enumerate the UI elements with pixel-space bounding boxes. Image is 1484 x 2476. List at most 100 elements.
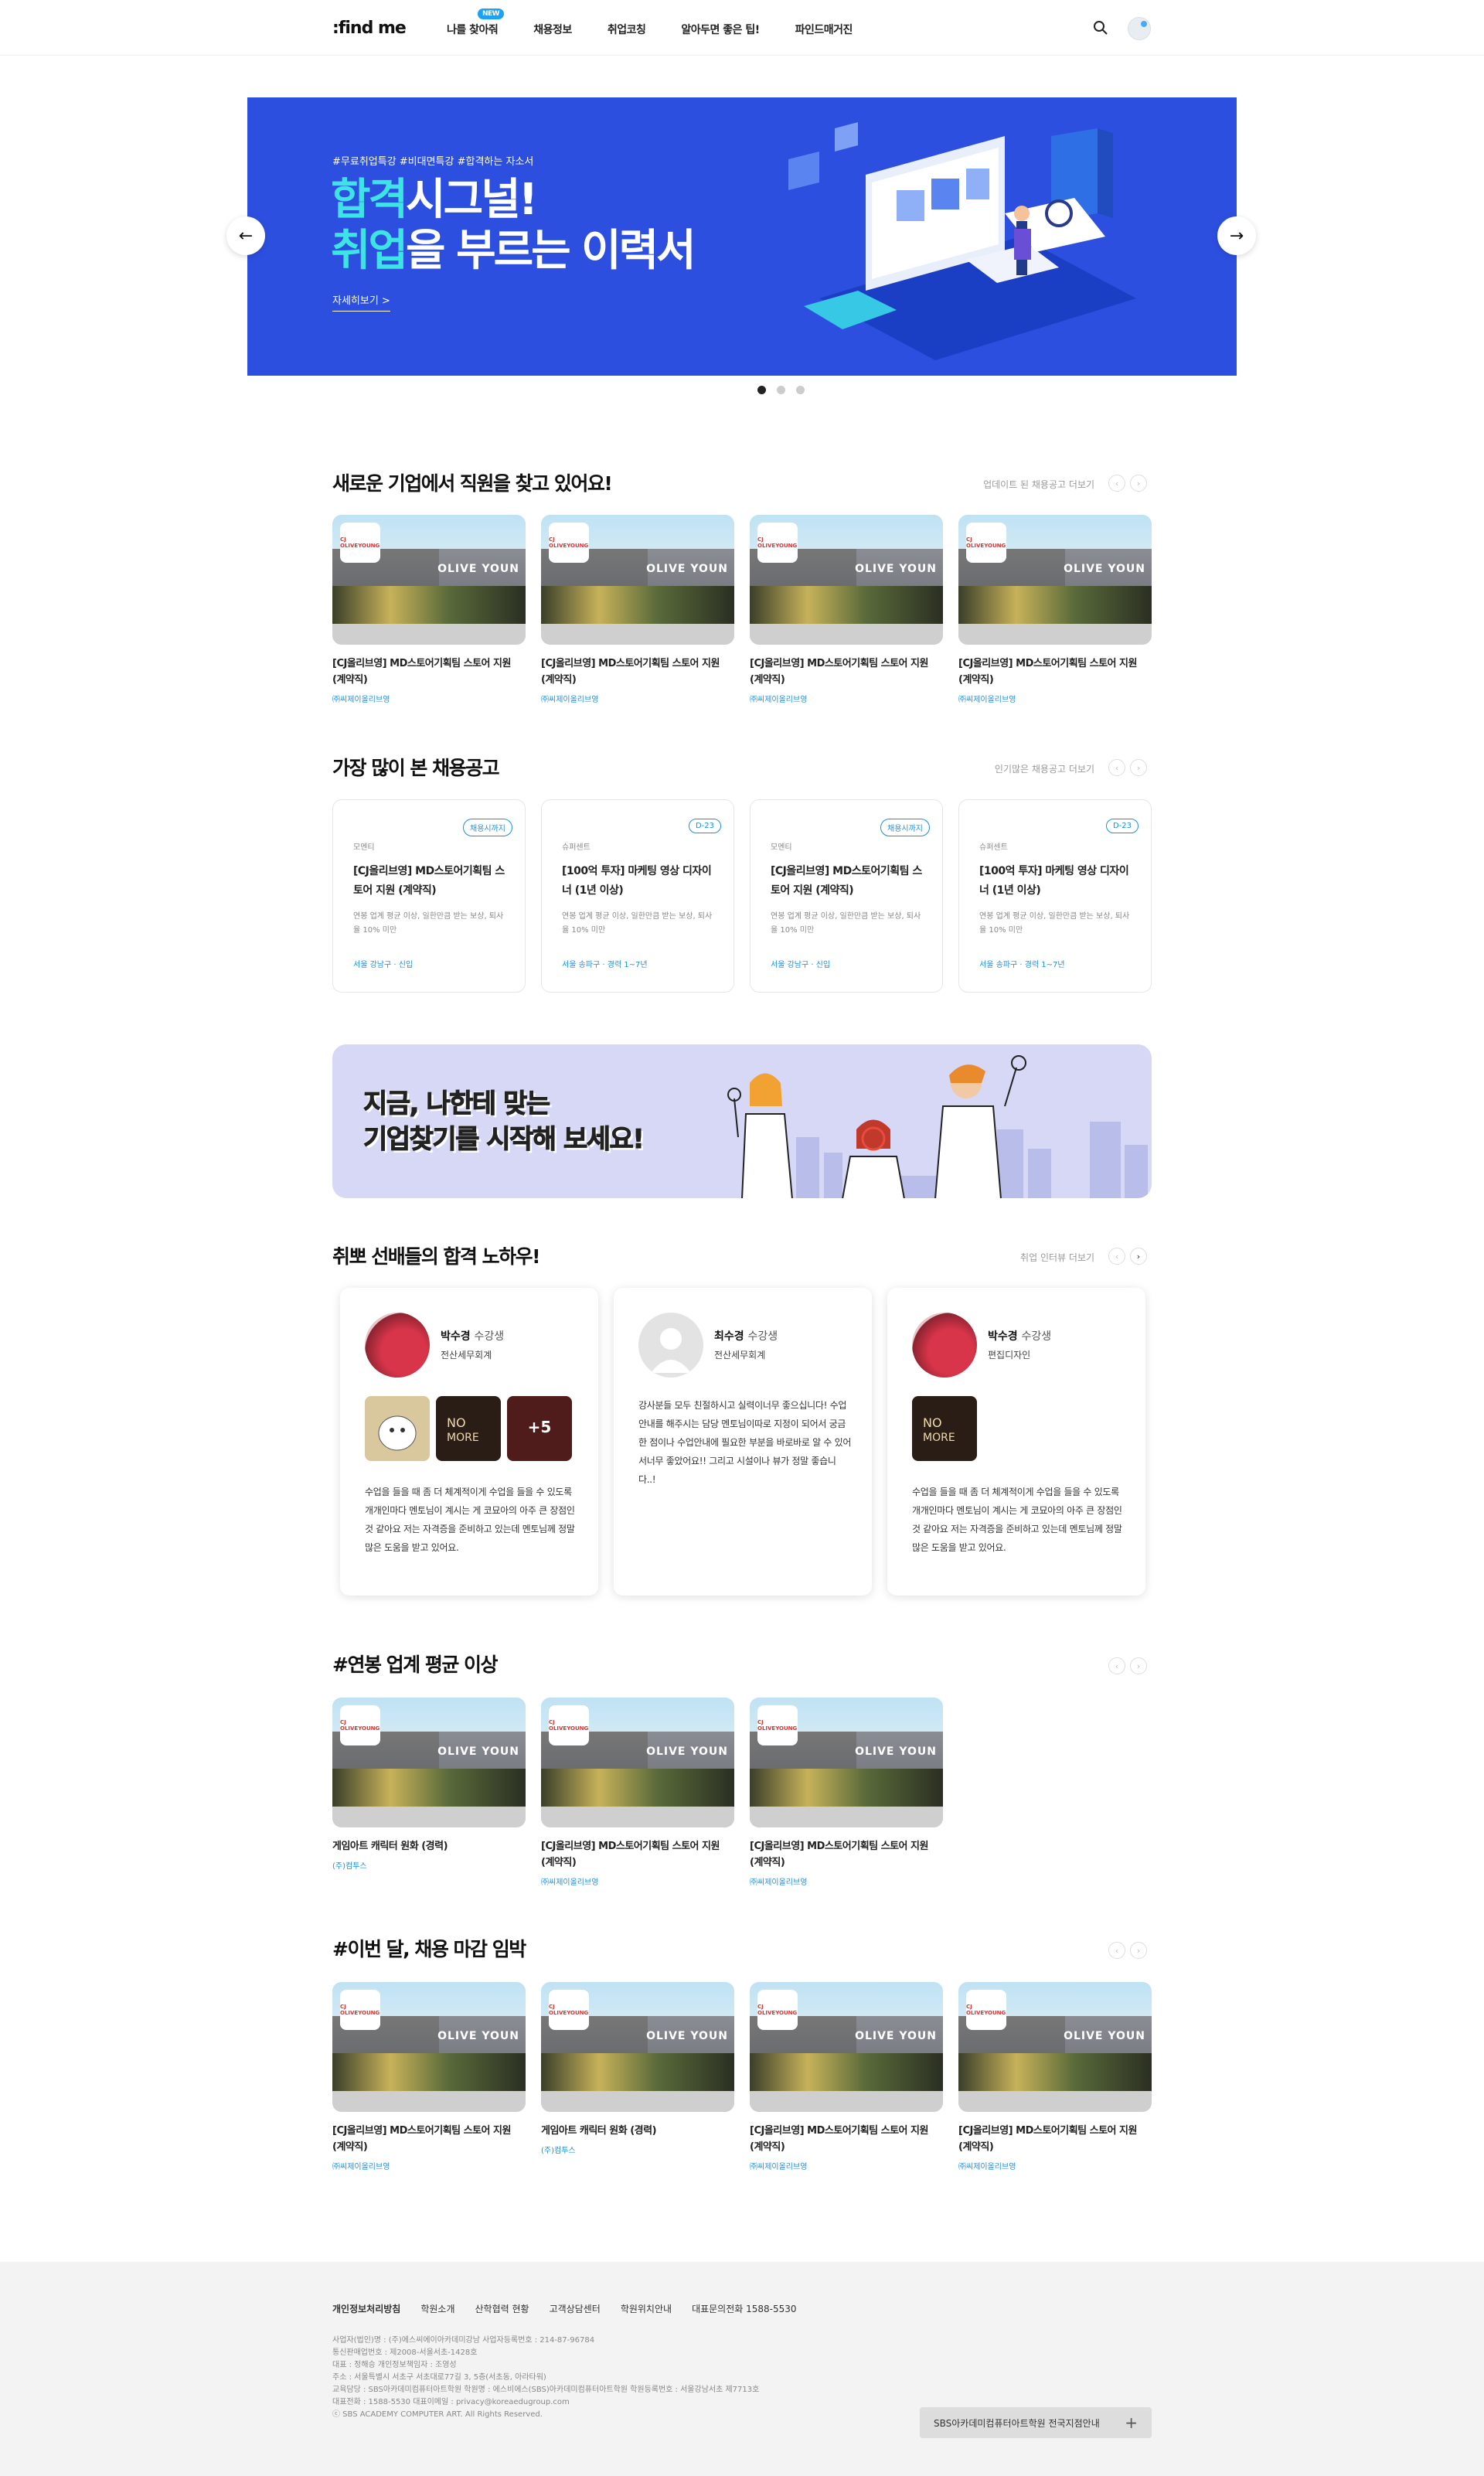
hero-banner[interactable]: #무료취업특강 #비대면특강 #합격하는 자소서 합격시그널! 취업을 부르는 … — [247, 97, 1237, 376]
reviews-title: 취뽀 선배들의 합격 노하우! — [332, 1245, 541, 1268]
prev-arrow-icon[interactable]: ‹ — [1108, 759, 1125, 776]
next-arrow-icon[interactable]: › — [1130, 475, 1147, 492]
job-thumbnail: OLIVE YOUN CJ OLIVEYOUNG — [332, 515, 526, 645]
review-images: NO MORE +5 — [365, 1396, 572, 1461]
prev-arrow-icon[interactable]: ‹ — [1108, 475, 1125, 492]
job-card[interactable]: OLIVE YOUN CJ OLIVEYOUNG 게임아트 캐릭터 원화 (경력)… — [332, 1698, 526, 1871]
next-arrow-icon[interactable]: › — [1130, 1248, 1147, 1265]
salary-arrows: ‹ › — [1108, 1657, 1147, 1674]
job-card[interactable]: OLIVE YOUN CJ OLIVEYOUNG [CJ올리브영] MD스토어기획… — [332, 515, 526, 704]
job-card[interactable]: OLIVE YOUN CJ OLIVEYOUNG [CJ올리브영] MD스토어기획… — [332, 1982, 526, 2171]
reviewer-name-text: 박수경 — [441, 1330, 471, 1343]
job-card[interactable]: OLIVE YOUN CJ OLIVEYOUNG [CJ올리브영] MD스토어기획… — [750, 1982, 943, 2171]
job-company: ㈜씨제이올리브영 — [958, 696, 1016, 704]
reviewer-major: 전산세무회계 — [441, 1350, 492, 1361]
prev-arrow-icon[interactable]: ‹ — [1108, 1248, 1125, 1265]
new-jobs-more-link[interactable]: 업데이트 된 채용공고 더보기 — [928, 478, 1094, 491]
hero-illustration — [788, 122, 1136, 360]
review-image[interactable]: NO MORE — [912, 1396, 977, 1461]
carousel-dot[interactable] — [796, 386, 805, 394]
hero-title-highlight: 취업 — [331, 226, 408, 276]
popular-job-card[interactable]: 슈퍼센트 D-23 [100억 투자] 마케팅 영상 디자이너 (1년 이상) … — [541, 799, 734, 993]
deadline-arrows: ‹ › — [1108, 1942, 1147, 1959]
hero-next-button[interactable]: → — [1217, 216, 1256, 255]
company-search-banner[interactable]: 지금, 나한테 맞는 기업찾기를 시작해 보세요! — [332, 1044, 1152, 1198]
prev-arrow-icon[interactable]: ‹ — [1108, 1942, 1125, 1959]
company-logo: CJ OLIVEYOUNG — [549, 523, 589, 563]
svg-text:MORE: MORE — [447, 1432, 479, 1444]
job-card[interactable]: OLIVE YOUN CJ OLIVEYOUNG 게임아트 캐릭터 원화 (경력)… — [541, 1982, 734, 2155]
job-location: 서울 송파구 · 경력 1~7년 — [979, 961, 1065, 969]
reviewer-name: 박수경 수강생 — [441, 1328, 504, 1344]
reviews-more-link[interactable]: 취업 인터뷰 더보기 — [928, 1251, 1094, 1264]
notification-dot — [1141, 21, 1147, 27]
footer-link-location[interactable]: 학원위치안내 — [621, 2302, 672, 2315]
job-title: [CJ올리브영] MD스토어기획팀 스토어 지원 (계약직) — [541, 1841, 720, 1868]
review-card[interactable]: 박수경 수강생 전산세무회계 NO MORE +5 수업을 들을 때 좀 더 체계… — [340, 1288, 598, 1596]
user-avatar[interactable] — [1128, 17, 1151, 40]
popular-job-card[interactable]: 모멘티 채용시까지 [CJ올리브영] MD스토어기획팀 스토어 지원 (계약직)… — [750, 799, 943, 993]
job-title: [CJ올리브영] MD스토어기획팀 스토어 지원 (계약직) — [750, 1841, 928, 1868]
carousel-dot[interactable] — [777, 386, 785, 394]
svg-text:MORE: MORE — [923, 1432, 955, 1444]
company-logo: CJ OLIVEYOUNG — [966, 523, 1006, 563]
job-company: ㈜씨제이올리브영 — [958, 2163, 1016, 2171]
prev-arrow-icon[interactable]: ‹ — [1108, 1657, 1125, 1674]
footer-link-about[interactable]: 학원소개 — [420, 2302, 454, 2315]
company-logo: CJ OLIVEYOUNG — [340, 1990, 380, 2030]
company-logo: CJ OLIVEYOUNG — [757, 1705, 798, 1745]
hero-more-link[interactable]: 자세히보기 > — [332, 292, 390, 312]
review-text: 수업을 들을 때 좀 더 체계적이게 수업을 들을 수 있도록 개개인마다 멘토… — [912, 1487, 1122, 1553]
job-type: 모멘티 — [353, 843, 375, 852]
job-card[interactable]: OLIVE YOUN CJ OLIVEYOUNG [CJ올리브영] MD스토어기획… — [958, 515, 1152, 704]
job-card[interactable]: OLIVE YOUN CJ OLIVEYOUNG [CJ올리브영] MD스토어기획… — [958, 1982, 1152, 2171]
review-card[interactable]: 박수경 수강생 편집디자인 NO MORE 수업을 들을 때 좀 더 체계적이게 … — [887, 1288, 1145, 1596]
job-type: 모멘티 — [771, 843, 792, 852]
next-arrow-icon[interactable]: › — [1130, 1942, 1147, 1959]
footer-link-industry[interactable]: 산학협력 현황 — [475, 2302, 529, 2315]
nav-jobs[interactable]: 채용정보 — [533, 22, 572, 37]
deadline-badge: D-23 — [688, 819, 721, 833]
carousel-dot[interactable] — [757, 386, 766, 394]
job-title: [CJ올리브영] MD스토어기획팀 스토어 지원 (계약직) — [771, 865, 922, 897]
job-card[interactable]: OLIVE YOUN CJ OLIVEYOUNG [CJ올리브영] MD스토어기획… — [750, 515, 943, 704]
footer-info-line: 주소 : 서울특별시 서초구 서초대로77길 3, 5층(서초동, 아라타워) — [332, 2373, 546, 2382]
job-title: [CJ올리브영] MD스토어기획팀 스토어 지원 (계약직) — [353, 865, 505, 897]
new-badge: NEW — [478, 9, 505, 19]
next-arrow-icon[interactable]: › — [1130, 759, 1147, 776]
job-card[interactable]: OLIVE YOUN CJ OLIVEYOUNG [CJ올리브영] MD스토어기획… — [750, 1698, 943, 1887]
search-icon[interactable] — [1093, 20, 1108, 36]
reviewer-major: 편집디자인 — [988, 1350, 1031, 1361]
job-type: 슈퍼센트 — [979, 843, 1008, 852]
popular-job-card[interactable]: 모멘티 채용시까지 [CJ올리브영] MD스토어기획팀 스토어 지원 (계약직)… — [332, 799, 526, 993]
review-image-more[interactable]: +5 — [507, 1396, 572, 1461]
salary-title: #연봉 업계 평균 이상 — [332, 1654, 499, 1676]
svg-text:NO: NO — [923, 1415, 942, 1430]
popular-more-link[interactable]: 인기많은 채용공고 더보기 — [928, 762, 1094, 775]
findme-logo[interactable]: :find me — [332, 19, 407, 38]
popular-job-card[interactable]: 슈퍼센트 D-23 [100억 투자] 마케팅 영상 디자이너 (1년 이상) … — [958, 799, 1152, 993]
review-image[interactable]: NO MORE — [436, 1396, 501, 1461]
job-card[interactable]: OLIVE YOUN CJ OLIVEYOUNG [CJ올리브영] MD스토어기획… — [541, 1698, 734, 1887]
nav-coaching[interactable]: 취업코칭 — [608, 22, 646, 37]
nav-find-me[interactable]: 나를 찾아줘 NEW — [447, 9, 505, 37]
job-card[interactable]: OLIVE YOUN CJ OLIVEYOUNG [CJ올리브영] MD스토어기획… — [541, 515, 734, 704]
hero-prev-button[interactable]: ← — [226, 216, 265, 255]
people-searching-illustration — [727, 1055, 1026, 1198]
new-jobs-title: 새로운 기업에서 직원을 찾고 있어요! — [332, 472, 613, 495]
footer-link-support[interactable]: 고객상담센터 — [550, 2302, 601, 2315]
hero-title: 합격시그널! 취업을 부르는 이력서 — [331, 175, 696, 277]
review-image[interactable] — [365, 1396, 430, 1461]
deadline-badge: 채용시까지 — [463, 819, 512, 836]
footer-link-privacy[interactable]: 개인정보처리방침 — [332, 2302, 400, 2315]
top-header: :find me 나를 찾아줘 NEW 채용정보 취업코칭 알아두면 좋은 팁!… — [0, 0, 1484, 56]
next-arrow-icon[interactable]: › — [1130, 1657, 1147, 1674]
nav-tips[interactable]: 알아두면 좋은 팁! — [681, 22, 760, 37]
popular-title: 가장 많이 본 채용공고 — [332, 757, 500, 779]
nav-magazine[interactable]: 파인드매거진 — [795, 22, 853, 37]
job-title: [CJ올리브영] MD스토어기획팀 스토어 지원 (계약직) — [958, 2125, 1137, 2153]
review-card[interactable]: 최수경 수강생 전산세무회계 강사분들 모두 친절하시고 실력이너무 좋으십니다… — [614, 1288, 872, 1596]
job-title: [CJ올리브영] MD스토어기획팀 스토어 지원 (계약직) — [541, 658, 720, 686]
job-location: 서울 송파구 · 경력 1~7년 — [562, 961, 648, 969]
branch-info-button[interactable]: SBS아카데미컴퓨터아트학원 전국지점안내 + — [920, 2407, 1152, 2438]
